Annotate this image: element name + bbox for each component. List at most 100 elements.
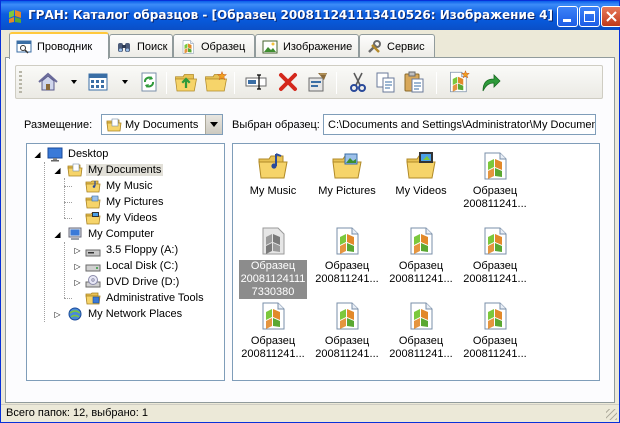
tab-explorer[interactable]: Проводник	[9, 32, 109, 59]
new-folder-button[interactable]	[204, 70, 228, 94]
sample-icon	[479, 225, 511, 257]
refresh-button[interactable]	[137, 70, 161, 94]
tab-sample[interactable]: Образец	[173, 34, 255, 58]
tab-service[interactable]: Сервис	[359, 34, 435, 58]
tree-item-dvd[interactable]: DVD Drive (D:)	[85, 274, 181, 290]
copy-icon	[376, 72, 395, 93]
thumbnail-view[interactable]: My Music My Pictures My Videos Образец 20…	[232, 143, 600, 381]
thumbnail-item[interactable]: My Pictures	[310, 147, 384, 223]
tree-item-floppy[interactable]: 3.5 Floppy (A:)	[85, 242, 180, 258]
tree-item-network-places[interactable]: My Network Places	[67, 306, 184, 322]
thumbnail-caption: Образец 200811241...	[463, 260, 527, 285]
thumbnail-item[interactable]: Образец 200811241...	[384, 222, 458, 298]
tab-search[interactable]: Поиск	[109, 34, 173, 58]
tree-item-label: My Network Places	[88, 308, 183, 320]
tree-line	[64, 178, 65, 218]
thumbnail-item[interactable]: Образец 200811241...	[310, 297, 384, 373]
minimize-icon	[563, 19, 571, 22]
disk-icon	[85, 264, 101, 272]
folder-up-button[interactable]	[174, 70, 198, 94]
app-icon	[9, 10, 21, 23]
tree-expand-toggle[interactable]: ▷	[73, 278, 82, 287]
tree-item-my-music[interactable]: My Music	[85, 178, 154, 194]
maximize-button[interactable]	[579, 6, 600, 27]
folder-docs-icon	[67, 163, 83, 178]
selected-path-field[interactable]: C:\Documents and Settings\Administrator\…	[323, 114, 596, 135]
folder-tree[interactable]: ◢ Desktop ◢ My Documents My Music My Pic…	[26, 143, 225, 381]
home-button[interactable]	[36, 70, 60, 94]
tree-item-my-pictures[interactable]: My Pictures	[85, 194, 165, 210]
properties-button[interactable]	[306, 70, 330, 94]
tree-collapse-toggle[interactable]: ◢	[53, 166, 62, 175]
paste-icon	[404, 71, 424, 93]
sample-icon	[257, 225, 289, 257]
tree-item-admin-tools[interactable]: Administrative Tools	[85, 290, 206, 306]
new-sample-icon	[446, 70, 470, 94]
tree-expand-toggle[interactable]: ▷	[53, 310, 62, 319]
tree-line	[44, 162, 45, 322]
tree-line	[64, 202, 72, 203]
tree-collapse-toggle[interactable]: ◢	[53, 230, 62, 239]
tree-item-local-disk[interactable]: Local Disk (C:)	[85, 258, 180, 274]
selected-path-value: C:\Documents and Settings\Administrator\…	[328, 119, 596, 131]
tree-line	[64, 298, 72, 299]
view-dropdown-arrow[interactable]	[122, 80, 128, 84]
tree-item-my-computer[interactable]: My Computer	[67, 226, 156, 242]
title-bar[interactable]: ГРАН: Каталог образцов - [Образец 200811…	[1, 1, 620, 30]
thumbnail-caption: Образец 200811241...	[315, 260, 379, 285]
resize-grip[interactable]	[606, 409, 617, 420]
rename-button[interactable]	[244, 70, 268, 94]
go-button[interactable]	[478, 70, 502, 94]
close-button[interactable]	[601, 6, 620, 27]
thumbnail-item[interactable]: Образец 200811241...	[458, 222, 532, 298]
tree-item-my-documents[interactable]: My Documents	[67, 162, 164, 178]
tree-line	[64, 186, 72, 187]
folder-docs-icon	[106, 118, 122, 133]
tree-item-label: My Music	[106, 180, 153, 192]
thumbnail-item[interactable]: Образец 200811241...	[310, 222, 384, 298]
location-select[interactable]: My Documents	[101, 114, 223, 135]
properties-icon	[308, 73, 327, 92]
tree-item-label: Desktop	[68, 148, 109, 160]
thumbnail-item-selected[interactable]: Образец 20081124111 7330380	[236, 222, 310, 299]
tree-expand-toggle[interactable]: ▷	[73, 246, 82, 255]
tree-item-my-videos[interactable]: My Videos	[85, 210, 159, 226]
toolbar-separator	[336, 72, 337, 94]
tree-collapse-toggle[interactable]: ◢	[33, 150, 42, 159]
tree-item-label: DVD Drive (D:)	[106, 276, 180, 288]
tree-item-label: My Computer	[88, 228, 155, 240]
thumbnail-item[interactable]: Образец 200811241...	[458, 297, 532, 373]
new-sample-button[interactable]	[446, 70, 470, 94]
tree-expand-toggle[interactable]: ▷	[73, 262, 82, 271]
view-button[interactable]	[86, 70, 110, 94]
tree-item-desktop[interactable]: Desktop	[47, 146, 110, 162]
cut-button[interactable]	[346, 70, 370, 94]
delete-button[interactable]	[276, 70, 300, 94]
home-dropdown-arrow[interactable]	[71, 80, 77, 84]
thumbnail-item[interactable]: My Videos	[384, 147, 458, 223]
image-icon	[262, 40, 278, 53]
thumbnail-caption: My Music	[249, 185, 297, 197]
tab-search-label: Поиск	[137, 40, 168, 53]
thumbnail-item[interactable]: Образец 200811241...	[236, 297, 310, 373]
admin-tools-icon	[85, 290, 101, 306]
tab-image[interactable]: Изображение	[255, 34, 359, 58]
tools-icon	[368, 39, 381, 53]
tree-line	[64, 242, 65, 298]
toolbar-grip[interactable]	[19, 71, 22, 93]
sample-icon	[257, 300, 289, 332]
thumbnail-item[interactable]: My Music	[236, 147, 310, 223]
app-window: ГРАН: Каталог образцов - [Образец 200811…	[0, 0, 620, 423]
folder-videos-icon	[85, 212, 101, 226]
thumbnail-caption: My Pictures	[318, 185, 376, 197]
paste-button[interactable]	[402, 70, 426, 94]
toolbar	[15, 65, 603, 99]
minimize-button[interactable]	[557, 6, 578, 27]
thumbnail-item[interactable]: Образец 200811241...	[384, 297, 458, 373]
location-dropdown-button[interactable]	[205, 115, 222, 134]
maximize-icon	[584, 11, 595, 22]
go-icon	[482, 74, 501, 92]
thumbnail-item[interactable]: Образец 200811241...	[458, 147, 532, 223]
copy-button[interactable]	[374, 70, 398, 94]
home-icon	[38, 72, 58, 91]
